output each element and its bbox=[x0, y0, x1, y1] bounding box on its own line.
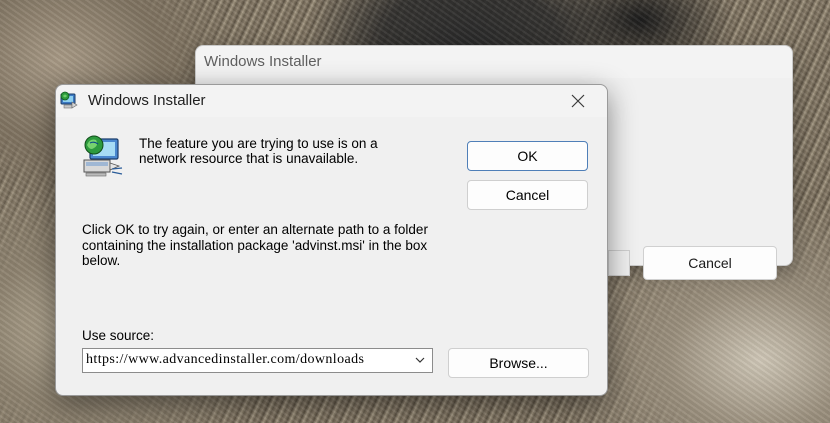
message-text: The feature you are trying to use is on … bbox=[139, 136, 378, 166]
source-combobox[interactable]: https://www.advancedinstaller.com/downlo… bbox=[82, 348, 433, 373]
close-icon bbox=[571, 94, 585, 108]
source-input[interactable]: https://www.advancedinstaller.com/downlo… bbox=[86, 352, 408, 368]
use-source-label: Use source: bbox=[82, 328, 155, 343]
cancel-button[interactable]: Cancel bbox=[467, 180, 588, 210]
close-button[interactable] bbox=[555, 87, 601, 115]
ok-button[interactable]: OK bbox=[467, 141, 588, 171]
instructions-text: Click OK to try again, or enter an alter… bbox=[82, 222, 428, 268]
windows-installer-icon bbox=[60, 91, 78, 109]
back-window-title: Windows Installer bbox=[204, 53, 322, 70]
network-computer-icon bbox=[83, 135, 123, 177]
dialog-title: Windows Installer bbox=[88, 92, 206, 109]
back-cancel-button[interactable]: Cancel bbox=[643, 246, 777, 280]
browse-button[interactable]: Browse... bbox=[448, 348, 589, 378]
chevron-down-icon[interactable] bbox=[412, 351, 428, 369]
dialog-titlebar[interactable]: Windows Installer bbox=[56, 85, 607, 117]
installer-dialog: Windows Installer The feature you are tr… bbox=[55, 84, 608, 396]
back-titlebar[interactable]: Windows Installer bbox=[196, 46, 792, 78]
back-hidden-button[interactable] bbox=[608, 250, 630, 276]
